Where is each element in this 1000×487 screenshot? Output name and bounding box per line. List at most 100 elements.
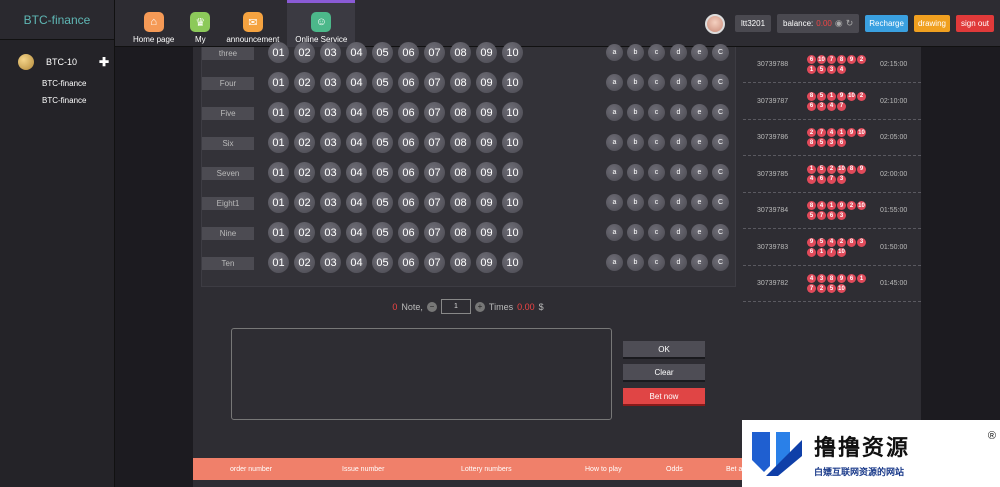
number-ball[interactable]: 04 (346, 72, 367, 93)
quick-select-option[interactable]: e (691, 224, 708, 241)
number-ball[interactable]: 04 (346, 42, 367, 63)
quick-select-option[interactable]: b (627, 164, 644, 181)
refresh-icon[interactable]: ↻ (846, 18, 854, 29)
number-ball[interactable]: 05 (372, 72, 393, 93)
number-ball[interactable]: 01 (268, 72, 289, 93)
quick-select-option[interactable]: c (648, 254, 665, 271)
drawing-button[interactable]: drawing (913, 15, 950, 32)
number-ball[interactable]: 05 (372, 102, 393, 123)
number-ball[interactable]: 03 (320, 162, 341, 183)
quick-select-option[interactable]: e (691, 44, 708, 61)
quick-select-option[interactable]: a (606, 254, 623, 271)
number-ball[interactable]: 06 (398, 252, 419, 273)
number-ball[interactable]: 09 (476, 42, 497, 63)
quick-select-option[interactable]: e (691, 194, 708, 211)
number-ball[interactable]: 01 (268, 132, 289, 153)
number-ball[interactable]: 07 (424, 252, 445, 273)
number-ball[interactable]: 06 (398, 102, 419, 123)
quick-select-option[interactable]: C (712, 254, 729, 271)
sidebar-game-header[interactable]: BTC-10 ✚ (0, 40, 114, 70)
brand-logo[interactable]: BTC-finance (0, 0, 114, 40)
number-ball[interactable]: 07 (424, 72, 445, 93)
number-ball[interactable]: 06 (398, 42, 419, 63)
number-ball[interactable]: 03 (320, 132, 341, 153)
number-ball[interactable]: 01 (268, 42, 289, 63)
quick-select-option[interactable]: a (606, 164, 623, 181)
number-ball[interactable]: 05 (372, 132, 393, 153)
number-ball[interactable]: 08 (450, 132, 471, 153)
quick-select-option[interactable]: b (627, 254, 644, 271)
number-ball[interactable]: 01 (268, 222, 289, 243)
quick-select-option[interactable]: a (606, 134, 623, 151)
quick-select-option[interactable]: C (712, 74, 729, 91)
number-ball[interactable]: 08 (450, 192, 471, 213)
number-ball[interactable]: 07 (424, 222, 445, 243)
number-ball[interactable]: 10 (502, 162, 523, 183)
clear-button[interactable]: Clear (623, 364, 705, 382)
sign-out-button[interactable]: sign out (955, 15, 994, 32)
number-ball[interactable]: 10 (502, 132, 523, 153)
nav-my[interactable]: ♛ My (182, 0, 218, 47)
quick-select-option[interactable]: b (627, 104, 644, 121)
number-ball[interactable]: 10 (502, 102, 523, 123)
number-ball[interactable]: 09 (476, 192, 497, 213)
quick-select-option[interactable]: d (670, 254, 687, 271)
quick-select-option[interactable]: e (691, 74, 708, 91)
number-ball[interactable]: 07 (424, 162, 445, 183)
quick-select-option[interactable]: d (670, 74, 687, 91)
number-ball[interactable]: 10 (502, 222, 523, 243)
number-ball[interactable]: 06 (398, 162, 419, 183)
quick-select-option[interactable]: d (670, 194, 687, 211)
number-ball[interactable]: 02 (294, 132, 315, 153)
number-ball[interactable]: 09 (476, 222, 497, 243)
number-ball[interactable]: 06 (398, 72, 419, 93)
bet-list-textarea[interactable] (231, 328, 612, 420)
number-ball[interactable]: 06 (398, 132, 419, 153)
number-ball[interactable]: 02 (294, 72, 315, 93)
quick-select-option[interactable]: e (691, 104, 708, 121)
number-ball[interactable]: 10 (502, 42, 523, 63)
number-ball[interactable]: 01 (268, 192, 289, 213)
quick-select-option[interactable]: e (691, 164, 708, 181)
number-ball[interactable]: 03 (320, 192, 341, 213)
quick-select-option[interactable]: c (648, 224, 665, 241)
number-ball[interactable]: 02 (294, 192, 315, 213)
number-ball[interactable]: 09 (476, 162, 497, 183)
number-ball[interactable]: 08 (450, 162, 471, 183)
number-ball[interactable]: 07 (424, 192, 445, 213)
quick-select-option[interactable]: C (712, 44, 729, 61)
quick-select-option[interactable]: C (712, 134, 729, 151)
number-ball[interactable]: 10 (502, 192, 523, 213)
quick-select-option[interactable]: d (670, 224, 687, 241)
quick-select-option[interactable]: a (606, 104, 623, 121)
number-ball[interactable]: 03 (320, 72, 341, 93)
number-ball[interactable]: 04 (346, 222, 367, 243)
number-ball[interactable]: 05 (372, 42, 393, 63)
number-ball[interactable]: 07 (424, 42, 445, 63)
number-ball[interactable]: 01 (268, 252, 289, 273)
quick-select-option[interactable]: C (712, 164, 729, 181)
number-ball[interactable]: 01 (268, 162, 289, 183)
nav-online-service[interactable]: ☺ Online Service (287, 0, 356, 47)
sidebar-item-btc-finance[interactable]: BTC-finance (0, 96, 114, 105)
number-ball[interactable]: 05 (372, 222, 393, 243)
number-ball[interactable]: 08 (450, 252, 471, 273)
minus-button[interactable]: − (426, 301, 437, 312)
number-ball[interactable]: 04 (346, 132, 367, 153)
username[interactable]: ltt3201 (735, 15, 772, 32)
sidebar-item-btc-finance[interactable]: BTC-finance (0, 79, 114, 88)
number-ball[interactable]: 02 (294, 42, 315, 63)
number-ball[interactable]: 03 (320, 102, 341, 123)
quick-select-option[interactable]: a (606, 44, 623, 61)
quick-select-option[interactable]: b (627, 74, 644, 91)
number-ball[interactable]: 08 (450, 72, 471, 93)
times-input[interactable] (440, 299, 471, 314)
number-ball[interactable]: 05 (372, 162, 393, 183)
number-ball[interactable]: 02 (294, 102, 315, 123)
number-ball[interactable]: 10 (502, 72, 523, 93)
number-ball[interactable]: 04 (346, 252, 367, 273)
number-ball[interactable]: 05 (372, 192, 393, 213)
number-ball[interactable]: 04 (346, 102, 367, 123)
number-ball[interactable]: 06 (398, 222, 419, 243)
number-ball[interactable]: 03 (320, 222, 341, 243)
